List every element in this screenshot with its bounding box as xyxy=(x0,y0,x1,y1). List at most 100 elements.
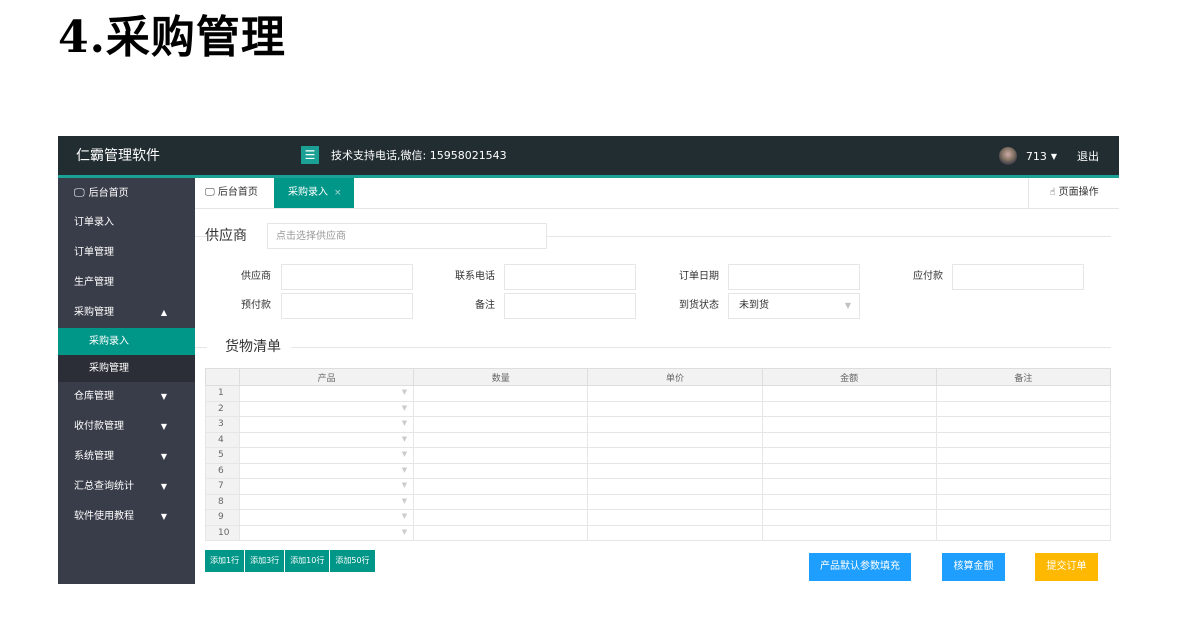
product-cell[interactable]: ▼ xyxy=(238,524,415,541)
table-cell[interactable] xyxy=(587,524,763,541)
table-cell[interactable] xyxy=(935,478,1112,495)
product-cell[interactable]: ▼ xyxy=(238,478,415,495)
avatar[interactable] xyxy=(998,147,1017,165)
product-cell[interactable]: ▼ xyxy=(238,493,415,510)
table-cell[interactable] xyxy=(587,447,763,464)
table-cell[interactable] xyxy=(935,400,1112,417)
table-cell[interactable] xyxy=(935,385,1112,402)
table-cell[interactable] xyxy=(761,478,937,495)
supplier-picker-input[interactable]: 点击选择供应商 xyxy=(267,223,547,249)
product-cell[interactable]: ▼ xyxy=(238,385,415,402)
table-cell[interactable] xyxy=(413,524,589,541)
sidebar-item-purchase[interactable]: 采购管理 ▲ xyxy=(58,298,195,328)
table-cell[interactable] xyxy=(413,447,589,464)
table-cell[interactable] xyxy=(587,431,763,448)
table-cell[interactable] xyxy=(587,400,763,417)
payable-field[interactable] xyxy=(952,264,1084,290)
add-3-rows-button[interactable]: 添加3行 xyxy=(245,550,286,572)
table-cell[interactable] xyxy=(413,462,589,479)
table-cell[interactable] xyxy=(413,416,589,433)
table-cell[interactable] xyxy=(935,447,1112,464)
table-cell[interactable] xyxy=(587,509,763,526)
table-cell[interactable] xyxy=(761,385,937,402)
prepaid-label: 预付款 xyxy=(241,300,271,311)
fill-defaults-button[interactable]: 产品默认参数填充 xyxy=(809,553,911,581)
table-cell[interactable] xyxy=(413,493,589,510)
close-icon[interactable]: × xyxy=(334,188,342,198)
row-number: 7 xyxy=(205,478,240,495)
chevron-down-icon: ▼ xyxy=(401,465,408,474)
sidebar-item-warehouse[interactable]: 仓库管理 ▼ xyxy=(58,382,195,412)
table-cell[interactable] xyxy=(761,509,937,526)
supplier-field[interactable] xyxy=(281,264,413,290)
table-cell[interactable] xyxy=(935,493,1112,510)
add-1-row-button[interactable]: 添加1行 xyxy=(205,550,246,572)
table-cell[interactable] xyxy=(413,400,589,417)
table-cell[interactable] xyxy=(413,385,589,402)
table-cell[interactable] xyxy=(761,447,937,464)
table-cell[interactable] xyxy=(587,478,763,495)
table-cell[interactable] xyxy=(761,416,937,433)
add-10-rows-button[interactable]: 添加10行 xyxy=(285,550,331,572)
product-cell[interactable]: ▼ xyxy=(238,462,415,479)
menu-toggle-icon[interactable]: ☰ xyxy=(301,146,319,164)
product-cell[interactable]: ▼ xyxy=(238,509,415,526)
row-number: 4 xyxy=(205,431,240,448)
sidebar-item-payments[interactable]: 收付款管理 ▼ xyxy=(58,412,195,442)
arrival-status-value: 未到货 xyxy=(739,300,769,311)
table-cell[interactable] xyxy=(413,478,589,495)
table-cell[interactable] xyxy=(935,509,1112,526)
table-cell[interactable] xyxy=(935,524,1112,541)
product-cell[interactable]: ▼ xyxy=(238,400,415,417)
sidebar-item-purchase-management[interactable]: 采购管理 xyxy=(58,355,195,382)
table-cell[interactable] xyxy=(761,493,937,510)
product-cell[interactable]: ▼ xyxy=(238,416,415,433)
hand-pointer-icon: ☝ xyxy=(1049,187,1059,198)
product-cell[interactable]: ▼ xyxy=(238,447,415,464)
prepaid-field[interactable] xyxy=(281,293,413,319)
user-name[interactable]: 713 xyxy=(1026,150,1047,163)
sidebar-item-purchase-entry[interactable]: 采购录入 xyxy=(58,328,195,355)
submit-order-button[interactable]: 提交订单 xyxy=(1035,553,1098,581)
table-row: 6 ▼ xyxy=(205,462,1112,479)
table-cell[interactable] xyxy=(413,509,589,526)
table-cell[interactable] xyxy=(935,462,1112,479)
tab-home[interactable]: 🖵 后台首页 xyxy=(205,178,258,208)
remark-field[interactable] xyxy=(504,293,636,319)
tab-home-label: 后台首页 xyxy=(217,187,258,198)
sidebar-item-order-management[interactable]: 订单管理 xyxy=(58,238,195,268)
logout-link[interactable]: 退出 xyxy=(1077,148,1099,164)
arrival-status-select[interactable]: 未到货 ▼ xyxy=(728,293,860,319)
sidebar-item-tutorial[interactable]: 软件使用教程 ▼ xyxy=(58,502,195,532)
product-cell[interactable]: ▼ xyxy=(238,431,415,448)
column-header: 金额 xyxy=(761,368,937,386)
table-cell[interactable] xyxy=(761,400,937,417)
phone-field[interactable] xyxy=(504,264,636,290)
order-date-field[interactable] xyxy=(728,264,860,290)
chevron-down-icon: ▼ xyxy=(401,450,408,458)
arrival-status-label: 到货状态 xyxy=(679,300,719,311)
page-operations-button[interactable]: ☝ 页面操作 xyxy=(1028,178,1119,208)
chevron-down-icon[interactable]: ▼ xyxy=(1051,152,1057,161)
sidebar-item-label: 后台首页 xyxy=(88,188,129,199)
table-cell[interactable] xyxy=(413,431,589,448)
chevron-down-icon: ▼ xyxy=(401,403,408,412)
table-cell[interactable] xyxy=(761,462,937,479)
sidebar-item-production[interactable]: 生产管理 xyxy=(58,268,195,298)
sidebar-item-reports[interactable]: 汇总查询统计 ▼ xyxy=(58,472,195,502)
table-cell[interactable] xyxy=(587,416,763,433)
sidebar-item-order-entry[interactable]: 订单录入 xyxy=(58,208,195,238)
sidebar-item-system[interactable]: 系统管理 ▼ xyxy=(58,442,195,472)
add-50-rows-button[interactable]: 添加50行 xyxy=(330,550,376,572)
calculate-amount-button[interactable]: 核算金额 xyxy=(942,553,1005,581)
table-cell[interactable] xyxy=(761,431,937,448)
sidebar-item-home[interactable]: 🖵 后台首页 xyxy=(58,178,195,208)
table-cell[interactable] xyxy=(587,385,763,402)
table-cell[interactable] xyxy=(935,431,1112,448)
table-cell[interactable] xyxy=(935,416,1112,433)
row-number-header xyxy=(205,368,240,386)
table-cell[interactable] xyxy=(587,493,763,510)
tab-purchase-entry[interactable]: 采购录入 × xyxy=(274,178,354,208)
table-cell[interactable] xyxy=(587,462,763,479)
table-cell[interactable] xyxy=(761,524,937,541)
